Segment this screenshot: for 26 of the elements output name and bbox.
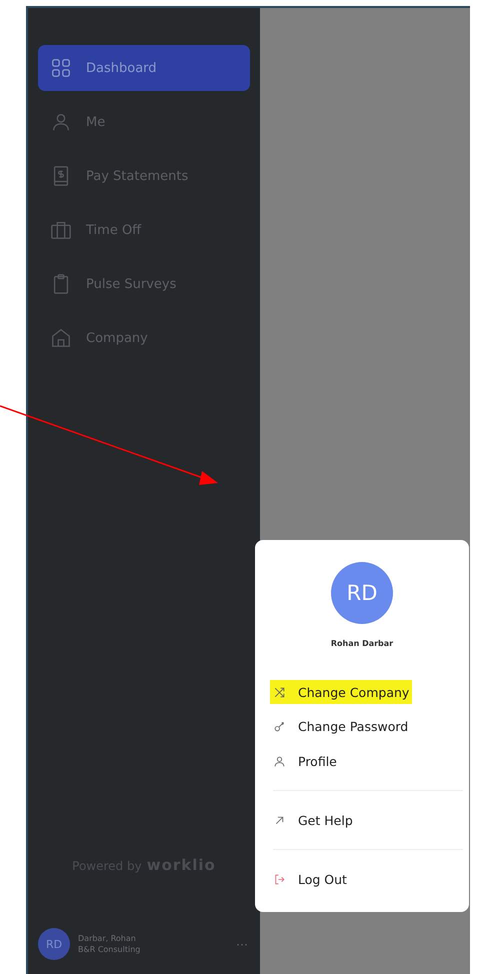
menu-item[interactable]: Change Company [270,680,412,704]
person-icon [273,755,286,768]
arrow-icon [273,814,286,827]
avatar: RD [38,928,70,960]
person-icon [50,111,72,133]
house-icon [50,327,72,349]
menu-item[interactable]: Log Out [270,862,350,897]
nav-item[interactable]: Pay Statements [38,153,250,199]
logout-icon [273,873,286,886]
nav-item[interactable]: Dashboard [38,45,250,91]
more-button[interactable]: ··· [236,937,248,951]
nav-item[interactable]: Time Off [38,207,250,253]
nav-item[interactable]: Pulse Surveys [38,261,250,307]
avatar: RD [331,562,393,624]
user-name: Rohan Darbar [330,639,394,648]
key-icon [273,720,286,733]
menu-item[interactable]: Get Help [270,803,356,838]
account-name: Darbar, Rohan [78,934,137,943]
menu-item[interactable]: Profile [270,744,340,779]
nav-item[interactable]: Company [38,315,250,361]
menu-item[interactable]: Change Password [270,709,412,744]
nav-item[interactable]: Me [38,99,250,145]
suitcase-icon [50,219,72,241]
grid-icon [50,57,72,79]
company-name: B&R Consulting [78,945,142,954]
shuffle-icon [273,686,286,698]
